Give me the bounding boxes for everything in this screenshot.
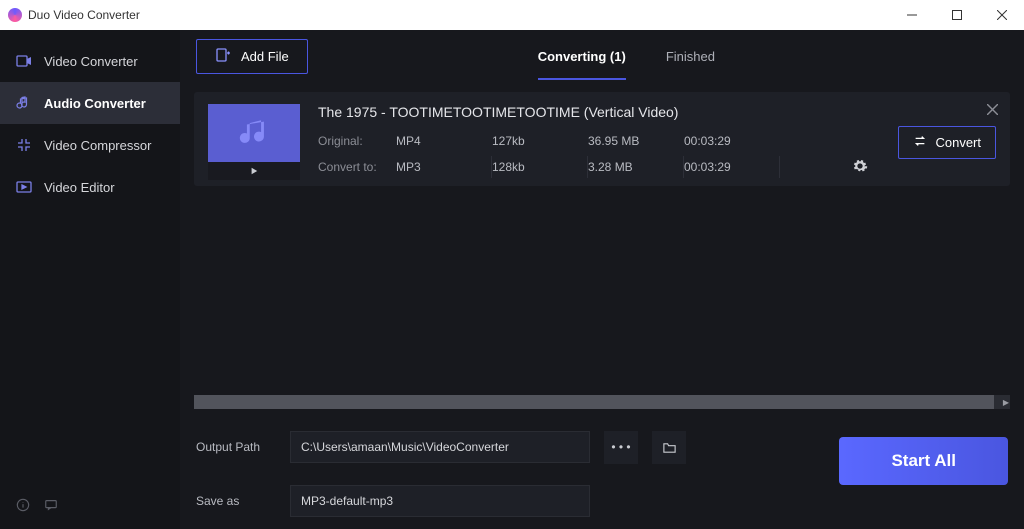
sidebar-item-video-editor[interactable]: Video Editor	[0, 166, 180, 208]
music-note-icon	[237, 116, 271, 150]
remove-file-button[interactable]	[987, 102, 998, 120]
sidebar-item-label: Video Converter	[44, 54, 138, 69]
tab-finished[interactable]: Finished	[666, 33, 715, 80]
scroll-right-arrow[interactable]: ▶	[1002, 395, 1010, 409]
app-logo-icon	[8, 8, 22, 22]
save-as-label: Save as	[196, 494, 276, 508]
file-card: The 1975 - TOOTIMETOOTIMETOOTIME (Vertic…	[194, 92, 1010, 186]
audio-icon	[16, 95, 32, 111]
convert-label: Convert to:	[318, 160, 396, 174]
convert-bitrate[interactable]: 128kb	[492, 156, 588, 178]
convert-duration: 00:03:29	[684, 156, 780, 178]
browse-path-button[interactable]: • • •	[604, 431, 638, 464]
sidebar-item-video-converter[interactable]: Video Converter	[0, 40, 180, 82]
minimize-button[interactable]	[889, 0, 934, 30]
add-file-label: Add File	[241, 49, 289, 64]
sidebar-item-label: Video Compressor	[44, 138, 151, 153]
close-button[interactable]	[979, 0, 1024, 30]
file-list: The 1975 - TOOTIMETOOTIMETOOTIME (Vertic…	[180, 82, 1024, 395]
settings-button[interactable]	[852, 158, 868, 177]
original-duration: 00:03:29	[684, 134, 780, 148]
output-path-input[interactable]: C:\Users\amaan\Music\VideoConverter	[290, 431, 590, 463]
convert-size: 3.28 MB	[588, 156, 684, 178]
maximize-button[interactable]	[934, 0, 979, 30]
convert-button-label: Convert	[935, 135, 981, 150]
sidebar-item-label: Video Editor	[44, 180, 115, 195]
window-title: Duo Video Converter	[28, 8, 140, 22]
original-bitrate: 127kb	[492, 134, 588, 148]
original-label: Original:	[318, 134, 396, 148]
titlebar: Duo Video Converter	[0, 0, 1024, 30]
convert-button[interactable]: Convert	[898, 126, 996, 159]
compress-icon	[16, 137, 32, 153]
info-icon[interactable]	[16, 498, 30, 517]
add-file-icon	[215, 47, 231, 66]
add-file-button[interactable]: Add File	[196, 39, 308, 74]
feedback-icon[interactable]	[44, 498, 58, 517]
start-all-button[interactable]: Start All	[839, 437, 1008, 485]
save-as-value: MP3-default-mp3	[301, 494, 393, 508]
output-path-label: Output Path	[196, 440, 276, 454]
original-format: MP4	[396, 134, 492, 148]
sidebar-item-audio-converter[interactable]: Audio Converter	[0, 82, 180, 124]
convert-format[interactable]: MP3	[396, 156, 492, 178]
video-icon	[16, 53, 32, 69]
save-as-select[interactable]: MP3-default-mp3	[290, 485, 590, 517]
tab-converting[interactable]: Converting (1)	[538, 33, 626, 80]
tabs: Converting (1) Finished	[538, 33, 715, 80]
editor-icon	[16, 179, 32, 195]
preview-play-button[interactable]	[208, 162, 300, 180]
scrollbar-thumb[interactable]	[194, 395, 994, 409]
sidebar: Video Converter Audio Converter Video Co…	[0, 30, 180, 529]
file-title: The 1975 - TOOTIMETOOTIMETOOTIME (Vertic…	[318, 104, 868, 120]
open-folder-button[interactable]	[652, 431, 686, 464]
toolbar: Add File Converting (1) Finished	[180, 30, 1024, 82]
sidebar-item-label: Audio Converter	[44, 96, 146, 111]
footer: Output Path C:\Users\amaan\Music\VideoCo…	[180, 409, 1024, 529]
file-thumbnail	[208, 104, 300, 162]
sidebar-item-video-compressor[interactable]: Video Compressor	[0, 124, 180, 166]
horizontal-scrollbar[interactable]: ◀ ▶	[194, 395, 1010, 409]
original-size: 36.95 MB	[588, 134, 684, 148]
swap-icon	[913, 134, 927, 151]
